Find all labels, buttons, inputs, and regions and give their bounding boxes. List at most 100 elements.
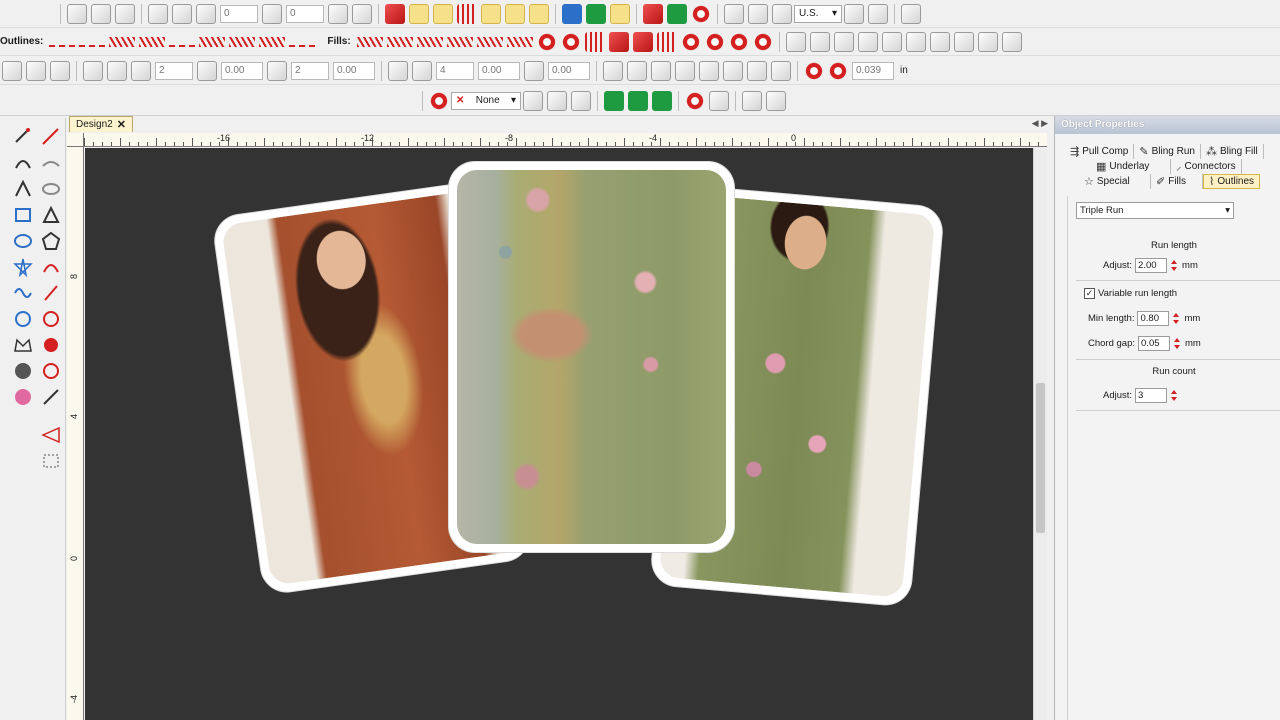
- ellipse-outline-icon[interactable]: [40, 178, 62, 200]
- nudge-icon[interactable]: [83, 60, 103, 81]
- shapes-icon[interactable]: [586, 3, 606, 24]
- effect-2-icon[interactable]: [809, 31, 830, 52]
- shape-3-icon[interactable]: [651, 60, 671, 81]
- select-icon[interactable]: [12, 126, 34, 148]
- digitize-tool-icon[interactable]: [40, 450, 62, 472]
- color-icon[interactable]: [691, 3, 711, 24]
- outline-style-4-icon[interactable]: [139, 36, 166, 47]
- effect-9-icon[interactable]: [977, 31, 998, 52]
- fill-style-6-icon[interactable]: [506, 36, 533, 47]
- shape-6-icon[interactable]: [723, 60, 743, 81]
- variable-run-length-row[interactable]: ✓ Variable run length: [1084, 288, 1177, 299]
- cut-tool-icon[interactable]: [40, 308, 62, 330]
- array-icon[interactable]: [388, 60, 408, 81]
- wheel-tool-icon[interactable]: [40, 360, 62, 382]
- tab-bling-fill[interactable]: ⁂ Bling Fill: [1201, 144, 1264, 159]
- knife-tool-icon[interactable]: [40, 282, 62, 304]
- color-b-icon[interactable]: [828, 60, 848, 81]
- fill-style-5-icon[interactable]: [476, 36, 503, 47]
- effect-1-icon[interactable]: [785, 31, 806, 52]
- effect-g-icon[interactable]: [685, 90, 705, 111]
- scale-icon[interactable]: [148, 3, 168, 24]
- grid-icon[interactable]: [748, 3, 768, 24]
- reshape-icon[interactable]: [115, 3, 135, 24]
- chord-gap-input[interactable]: 0.05: [1138, 336, 1171, 351]
- outline-style-9-icon[interactable]: [289, 37, 316, 47]
- fill-wave-icon[interactable]: [680, 31, 701, 52]
- mirror-h-icon[interactable]: [2, 60, 22, 81]
- fill-spiral-icon[interactable]: [704, 31, 725, 52]
- outline-style-8-icon[interactable]: [259, 36, 286, 47]
- rectangle-tool-icon[interactable]: [12, 204, 34, 226]
- tab-fills[interactable]: ✐ Fills: [1151, 174, 1203, 189]
- run-count-input[interactable]: 3: [1135, 388, 1168, 403]
- effect-8-icon[interactable]: [953, 31, 974, 52]
- dimension-input-c[interactable]: 0.00: [478, 61, 520, 80]
- spin-arrows-icon[interactable]: [1173, 336, 1182, 351]
- tab-bling-run[interactable]: ✎ Bling Run: [1134, 144, 1201, 159]
- arrange-icon[interactable]: [50, 60, 70, 81]
- warp-tool-icon[interactable]: [40, 424, 62, 446]
- outline-style-1-icon[interactable]: [49, 37, 76, 47]
- fill-diamond-icon[interactable]: [632, 31, 653, 52]
- break-apart-icon[interactable]: [328, 3, 348, 24]
- width-input-b[interactable]: 2: [291, 61, 329, 80]
- shape-7-icon[interactable]: [747, 60, 767, 81]
- tab-scroll-arrows-icon[interactable]: ◀ ▶: [1032, 118, 1048, 129]
- rotate-input-b[interactable]: 0: [286, 4, 324, 23]
- shape-2-icon[interactable]: [627, 60, 647, 81]
- photo-icon[interactable]: [562, 3, 582, 24]
- emblem-tool-icon[interactable]: [12, 360, 34, 382]
- shirt-icon[interactable]: [667, 3, 687, 24]
- fill-flower-icon[interactable]: [728, 31, 749, 52]
- shape-4-icon[interactable]: [675, 60, 695, 81]
- swirl-tool-icon[interactable]: [12, 386, 34, 408]
- fill-style-1-icon[interactable]: [356, 36, 383, 47]
- fill-style-4-icon[interactable]: [446, 36, 473, 47]
- effect-f-icon[interactable]: [652, 90, 672, 111]
- knot-icon[interactable]: [529, 3, 549, 24]
- tab-pull-comp[interactable]: ⇶ Pull Comp: [1065, 144, 1135, 159]
- tab-design2[interactable]: Design2 ✕: [69, 116, 133, 132]
- min-length-input[interactable]: 0.80: [1137, 311, 1170, 326]
- pentagon-tool-icon[interactable]: [40, 230, 62, 252]
- effect-b-icon[interactable]: [547, 90, 567, 111]
- close-icon[interactable]: ✕: [117, 118, 126, 131]
- freehand-tool-icon[interactable]: [12, 282, 34, 304]
- star-icon[interactable]: [610, 3, 630, 24]
- color-wheel-icon[interactable]: [429, 90, 449, 111]
- outline-style-3-icon[interactable]: [109, 36, 136, 47]
- effect-6-icon[interactable]: [905, 31, 926, 52]
- ellipse-tool-icon[interactable]: [12, 230, 34, 252]
- dimension-input-d[interactable]: 0.00: [548, 61, 590, 80]
- effect-a-icon[interactable]: [523, 90, 543, 111]
- fill-style-2-icon[interactable]: [386, 36, 413, 47]
- shape-5-icon[interactable]: [699, 60, 719, 81]
- spin-arrows-icon[interactable]: [1170, 388, 1179, 403]
- center-icon[interactable]: [107, 60, 127, 81]
- effect-i-icon[interactable]: [742, 90, 762, 111]
- reshape-tool-icon[interactable]: [40, 126, 62, 148]
- effect-d-icon[interactable]: [604, 90, 624, 111]
- color-a-icon[interactable]: [804, 60, 824, 81]
- photo-card-center[interactable]: [449, 162, 734, 552]
- spiral-tool-icon[interactable]: [12, 308, 34, 330]
- mask-icon[interactable]: [643, 3, 663, 24]
- pen-icon[interactable]: [481, 3, 501, 24]
- design-canvas[interactable]: [85, 148, 1033, 720]
- guides-icon[interactable]: [772, 3, 792, 24]
- tab-special[interactable]: ☆ Special: [1079, 174, 1151, 189]
- outline-style-5-icon[interactable]: [169, 37, 196, 47]
- redraw-icon[interactable]: [868, 3, 888, 24]
- outline-style-7-icon[interactable]: [229, 36, 256, 47]
- no-icon[interactable]: [844, 3, 864, 24]
- feather-icon[interactable]: [433, 3, 453, 24]
- effect-4-icon[interactable]: [857, 31, 878, 52]
- polygon-tool-icon[interactable]: [40, 204, 62, 226]
- array-add-icon[interactable]: [412, 60, 432, 81]
- leaf-icon[interactable]: [409, 3, 429, 24]
- stitch-player-icon[interactable]: [901, 3, 921, 24]
- shape-1-icon[interactable]: [603, 60, 623, 81]
- trident-icon[interactable]: [505, 3, 525, 24]
- star-tool-icon[interactable]: [12, 256, 34, 278]
